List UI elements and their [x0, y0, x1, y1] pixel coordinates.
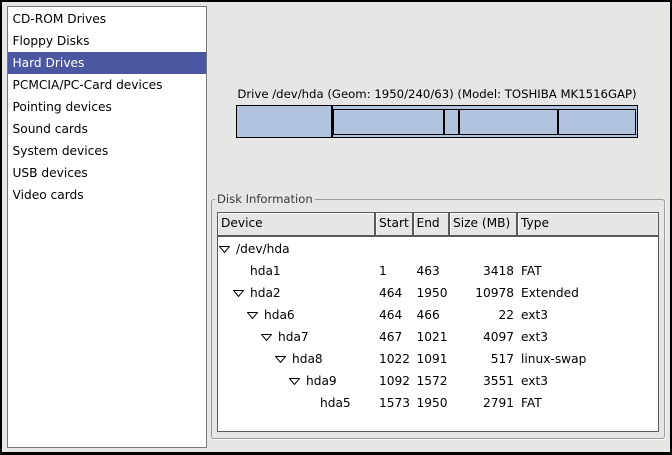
size-value [448, 238, 516, 260]
end-value: 466 [412, 304, 449, 326]
type-value: ext3 [516, 326, 658, 348]
device-cell: hda6 [218, 304, 374, 326]
disk-information-groupbox: Disk Information Device Start End Size (… [211, 199, 665, 439]
sidebar-item-floppy-disks[interactable]: Floppy Disks [8, 30, 207, 52]
type-value: FAT [516, 392, 658, 414]
partition-segment-hda5 [558, 109, 636, 135]
device-label: hda1 [250, 260, 281, 282]
end-value: 1021 [412, 326, 449, 348]
start-value [374, 238, 412, 260]
size-value: 3418 [448, 260, 516, 282]
end-value: 1572 [412, 370, 449, 392]
sidebar-item-cdrom-drives[interactable]: CD-ROM Drives [8, 8, 207, 30]
table-row[interactable]: hda2 464 1950 10978 Extended [218, 282, 658, 304]
start-value: 1022 [374, 348, 412, 370]
end-value: 1950 [412, 282, 449, 304]
end-value [412, 238, 449, 260]
end-value: 463 [412, 260, 449, 282]
device-cell: hda5 [218, 392, 374, 414]
expander-icon[interactable] [247, 312, 258, 319]
column-header-start[interactable]: Start [374, 213, 412, 236]
type-value: ext3 [516, 370, 658, 392]
table-row[interactable]: hda9 1092 1572 3551 ext3 [218, 370, 658, 392]
type-value: ext3 [516, 304, 658, 326]
expander-icon[interactable] [219, 246, 230, 253]
device-label: hda6 [264, 304, 295, 326]
drive-geometry-title: Drive /dev/hda (Geom: 1950/240/63) (Mode… [236, 87, 638, 102]
sidebar-item-usb-devices[interactable]: USB devices [8, 162, 207, 184]
partition-segment-hda2-extended [332, 105, 638, 138]
type-value: linux-swap [516, 348, 658, 370]
expander-icon[interactable] [233, 290, 244, 297]
table-row[interactable]: hda8 1022 1091 517 linux-swap [218, 348, 658, 370]
type-value [516, 238, 658, 260]
column-header-size[interactable]: Size (MB) [448, 213, 516, 236]
start-value: 464 [374, 304, 412, 326]
table-row[interactable]: hda5 1573 1950 2791 FAT [218, 392, 658, 414]
expander-icon[interactable] [289, 378, 300, 385]
column-header-end[interactable]: End [412, 213, 449, 236]
expander-icon[interactable] [275, 356, 286, 363]
sidebar-item-system-devices[interactable]: System devices [8, 140, 207, 162]
table-row[interactable]: hda6 464 466 22 ext3 [218, 304, 658, 326]
device-label: /dev/hda [236, 238, 290, 260]
sidebar-item-pointing-devices[interactable]: Pointing devices [8, 96, 207, 118]
table-body: /dev/hda hda1 1 463 3418 FAT [218, 237, 658, 414]
device-cell: hda9 [218, 370, 374, 392]
start-value: 1573 [374, 392, 412, 414]
sidebar-item-video-cards[interactable]: Video cards [8, 184, 207, 206]
device-cell: hda7 [218, 326, 374, 348]
size-value: 22 [448, 304, 516, 326]
start-value: 1092 [374, 370, 412, 392]
partition-segment-hda8 [444, 109, 459, 135]
device-cell: /dev/hda [218, 238, 374, 260]
partition-segment-hda9 [459, 109, 558, 135]
sidebar-item-sound-cards[interactable]: Sound cards [8, 118, 207, 140]
type-value: Extended [516, 282, 658, 304]
table-row[interactable]: /dev/hda [218, 238, 658, 260]
table-row[interactable]: hda7 467 1021 4097 ext3 [218, 326, 658, 348]
device-label: hda8 [292, 348, 323, 370]
disk-information-table: Device Start End Size (MB) Type /dev/hda [217, 212, 659, 432]
device-label: hda5 [320, 392, 351, 414]
table-row[interactable]: hda1 1 463 3418 FAT [218, 260, 658, 282]
sidebar-item-pcmcia-devices[interactable]: PCMCIA/PC-Card devices [8, 74, 207, 96]
size-value: 10978 [448, 282, 516, 304]
device-label: hda2 [250, 282, 281, 304]
device-cell: hda2 [218, 282, 374, 304]
partition-bar [236, 105, 638, 138]
partition-segment-hda7 [333, 109, 444, 135]
disk-information-label: Disk Information [215, 192, 315, 208]
end-value: 1950 [412, 392, 449, 414]
start-value: 464 [374, 282, 412, 304]
end-value: 1091 [412, 348, 449, 370]
device-label: hda7 [278, 326, 309, 348]
column-header-type[interactable]: Type [516, 213, 658, 236]
type-value: FAT [516, 260, 658, 282]
start-value: 467 [374, 326, 412, 348]
expander-icon[interactable] [261, 334, 272, 341]
sidebar-item-hard-drives[interactable]: Hard Drives [8, 52, 207, 74]
size-value: 4097 [448, 326, 516, 348]
start-value: 1 [374, 260, 412, 282]
size-value: 2791 [448, 392, 516, 414]
column-header-device[interactable]: Device [218, 213, 374, 236]
partition-segment-hda1 [236, 105, 332, 138]
device-cell: hda1 [218, 260, 374, 282]
device-category-list[interactable]: CD-ROM Drives Floppy Disks Hard Drives P… [7, 6, 208, 448]
size-value: 517 [448, 348, 516, 370]
device-cell: hda8 [218, 348, 374, 370]
size-value: 3551 [448, 370, 516, 392]
device-label: hda9 [306, 370, 337, 392]
table-header-row: Device Start End Size (MB) Type [218, 213, 658, 238]
